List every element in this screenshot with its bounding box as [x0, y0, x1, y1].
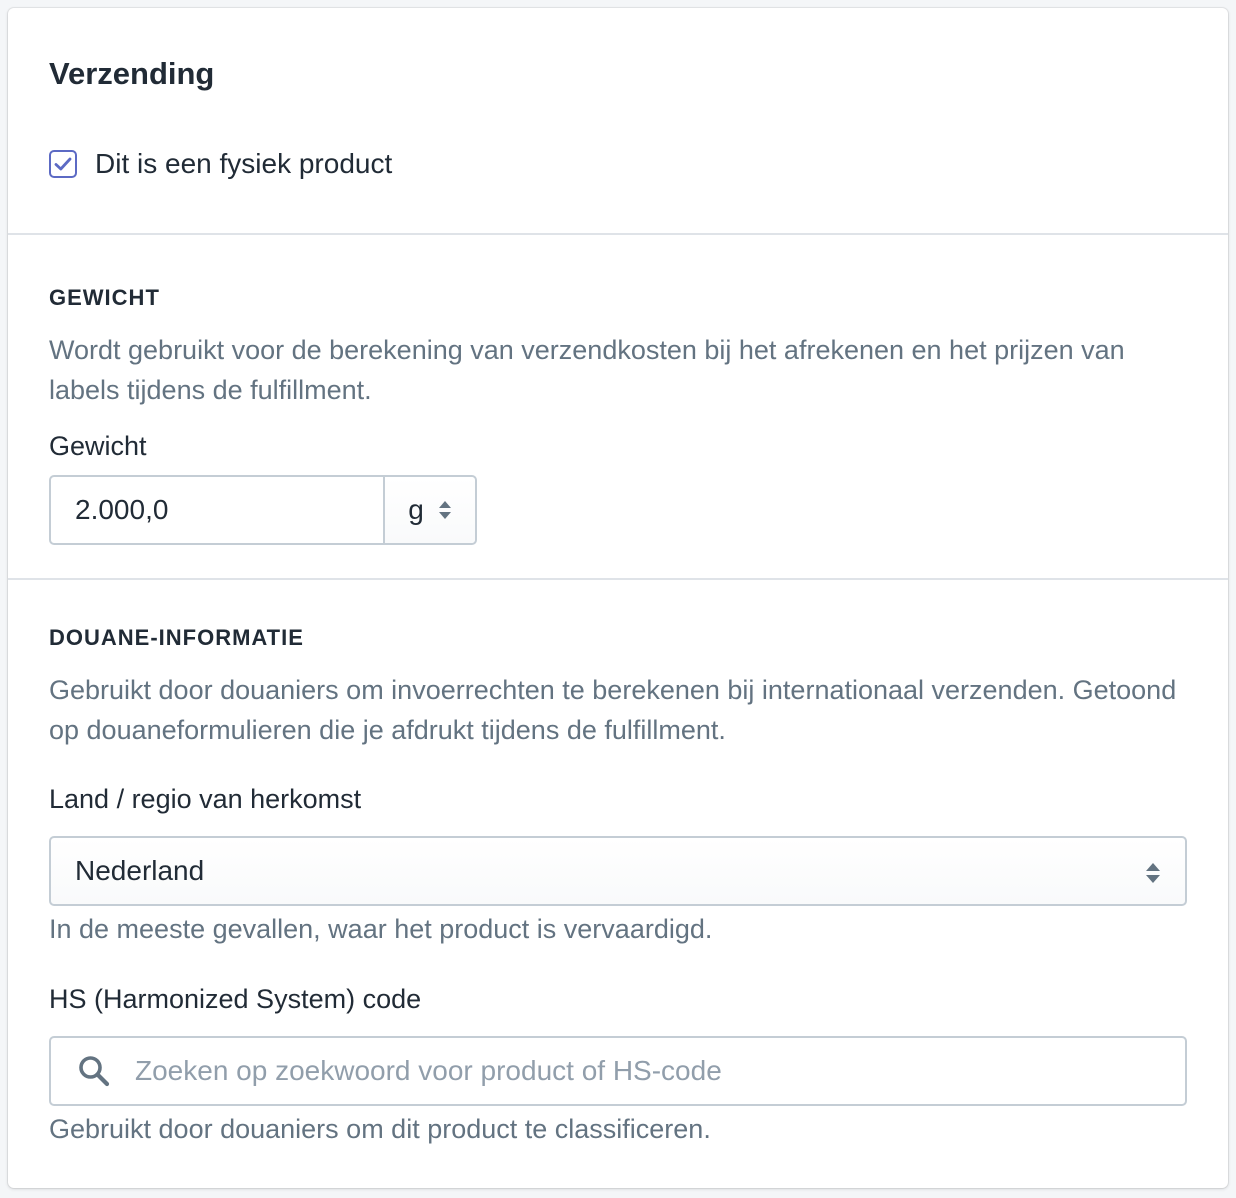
physical-product-toggle[interactable]: Dit is een fysiek product	[49, 146, 392, 182]
card-title: Verzending	[49, 56, 215, 91]
hs-code-search-input[interactable]	[133, 1037, 1185, 1105]
country-select[interactable]: Nederland	[49, 836, 1187, 906]
customs-section: DOUANE-INFORMATIE Gebruikt door douanier…	[8, 578, 1228, 1190]
country-field-label: Land / regio van herkomst	[49, 784, 362, 814]
weight-description: Wordt gebruikt voor de berekening van ve…	[49, 335, 1125, 405]
select-arrows-icon	[438, 501, 451, 519]
customs-heading: DOUANE-INFORMATIE	[49, 625, 304, 650]
physical-product-label: Dit is een fysiek product	[95, 148, 393, 179]
shipping-card: Verzending Dit is een fysiek product GEW…	[8, 8, 1228, 1188]
weight-unit-select[interactable]: g	[383, 477, 475, 543]
hs-code-search-box	[49, 1036, 1187, 1106]
weight-input-group: g	[49, 475, 477, 545]
country-help-text: In de meeste gevallen, waar het product …	[49, 914, 713, 944]
search-icon	[77, 1054, 111, 1088]
hs-code-help-text: Gebruikt door douaniers om dit product t…	[49, 1114, 711, 1144]
physical-product-checkbox[interactable]	[49, 150, 77, 178]
checkmark-icon	[54, 157, 72, 171]
shipping-section: Verzending Dit is een fysiek product	[8, 8, 1228, 233]
weight-field-label: Gewicht	[49, 431, 147, 461]
weight-section: GEWICHT Wordt gebruikt voor de berekenin…	[8, 233, 1228, 580]
weight-unit-value: g	[408, 494, 424, 525]
weight-heading: GEWICHT	[49, 285, 160, 310]
weight-input[interactable]	[51, 477, 383, 543]
customs-description: Gebruikt door douaniers om invoerrechten…	[49, 675, 1177, 745]
select-arrows-icon	[1146, 863, 1160, 883]
country-select-value: Nederland	[75, 855, 205, 886]
hs-code-field-label: HS (Harmonized System) code	[49, 984, 422, 1014]
